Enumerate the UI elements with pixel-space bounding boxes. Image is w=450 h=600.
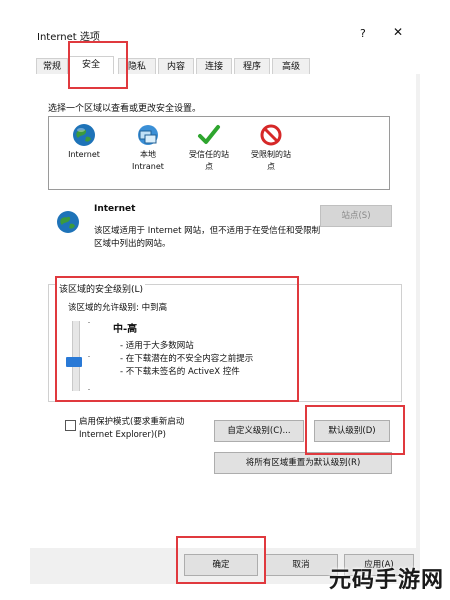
- panel-edge: [416, 74, 420, 554]
- tab-content[interactable]: 内容: [158, 58, 194, 75]
- highlight-ok-button: [176, 536, 266, 584]
- zone-trusted[interactable]: 受信任的站 点: [179, 123, 239, 173]
- tab-advanced[interactable]: 高级: [272, 58, 310, 75]
- custom-level-button[interactable]: 自定义级别(C)...: [214, 420, 304, 442]
- zone-restricted[interactable]: 受限制的站 点: [241, 123, 301, 173]
- close-button[interactable]: ✕: [393, 25, 403, 39]
- highlight-security-tab: [68, 41, 128, 89]
- zone-prompt: 选择一个区域以查看或更改安全设置。: [48, 104, 202, 114]
- tab-connections[interactable]: 连接: [196, 58, 232, 75]
- globe-icon: [57, 211, 79, 233]
- watermark: 元码手游网: [328, 568, 444, 593]
- cancel-button[interactable]: 取消: [264, 554, 338, 576]
- tab-general[interactable]: 常规: [36, 58, 68, 75]
- sites-button[interactable]: 站点(S): [320, 205, 392, 227]
- highlight-default-level: [305, 405, 405, 455]
- zone-intranet[interactable]: 本地 Intranet: [125, 123, 171, 173]
- zone-intranet-label: 本地 Intranet: [132, 150, 164, 171]
- protected-mode-label: 启用保护模式(要求重新启动 Internet Explorer)(P): [79, 417, 185, 440]
- selected-zone-description: 该区域适用于 Internet 网站，但不适用于在受信任和受限制区域中列出的网站…: [94, 226, 321, 249]
- restricted-icon: [260, 124, 282, 146]
- highlight-security-level: [55, 276, 299, 402]
- tab-programs[interactable]: 程序: [234, 58, 270, 75]
- selected-zone-title: Internet: [94, 204, 136, 214]
- check-icon: [198, 125, 220, 144]
- reset-all-zones-button[interactable]: 将所有区域重置为默认级别(R): [214, 452, 392, 474]
- zone-internet-label: Internet: [68, 150, 100, 159]
- zone-trusted-label: 受信任的站 点: [189, 150, 229, 171]
- intranet-icon: [138, 125, 158, 145]
- globe-icon: [73, 124, 95, 146]
- help-button[interactable]: ?: [360, 27, 366, 40]
- zone-restricted-label: 受限制的站 点: [251, 150, 291, 171]
- protected-mode-checkbox[interactable]: [65, 420, 76, 431]
- zone-internet[interactable]: Internet: [61, 123, 107, 161]
- zone-list: Internet 本地 Intranet 受信任的站 点 受限制的站 点: [48, 116, 390, 190]
